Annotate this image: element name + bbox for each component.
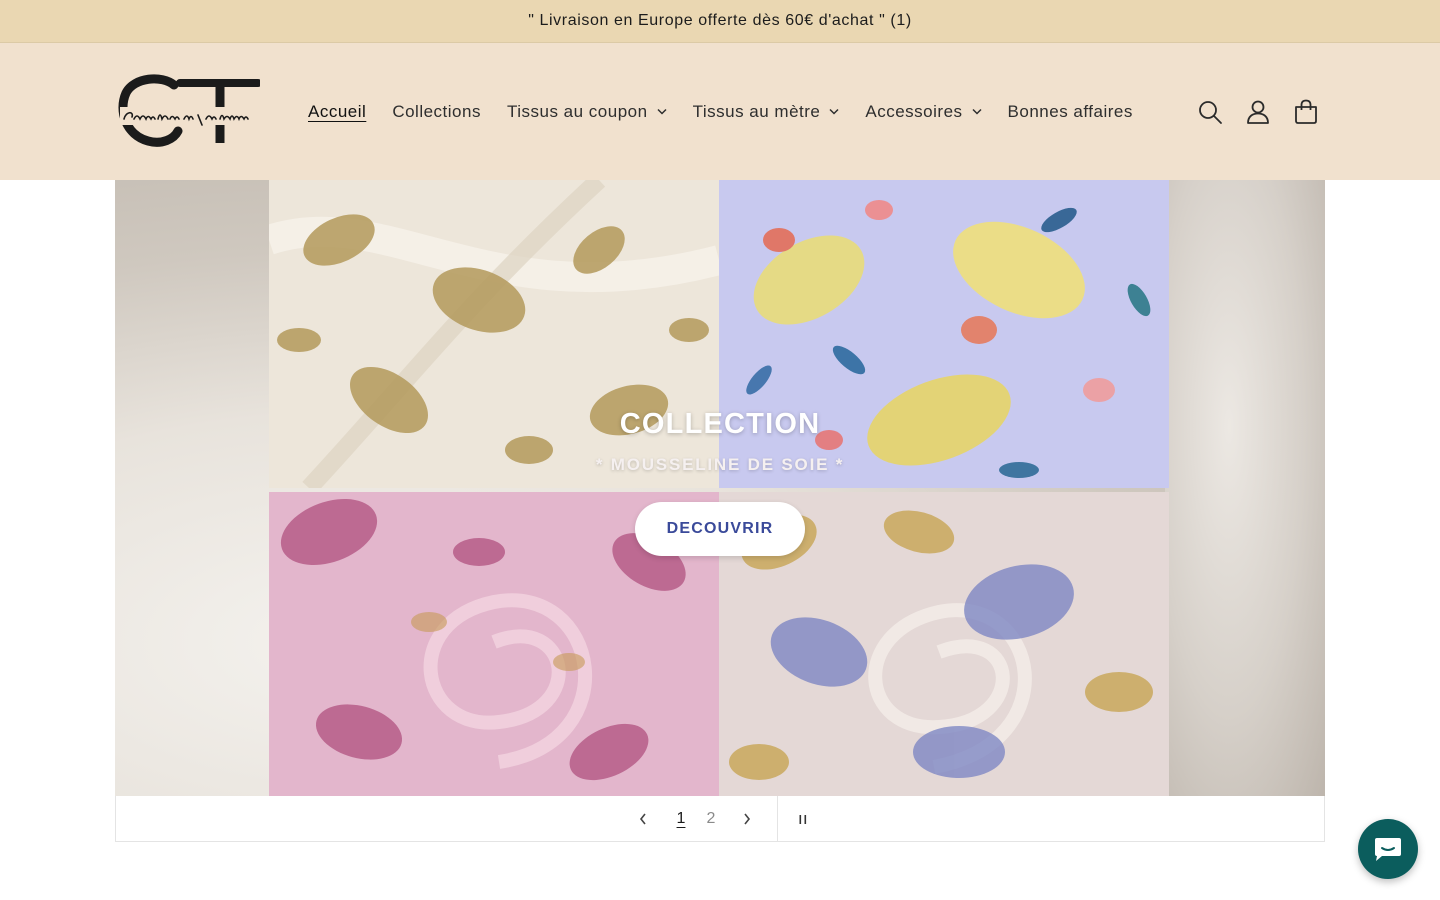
site-header: Accueil Collections Tissus au coupon Tis…: [0, 43, 1440, 180]
nav-item-bonnes-affaires[interactable]: Bonnes affaires: [1008, 102, 1133, 122]
nav-label: Accueil: [308, 101, 367, 121]
nav-label: Collections: [392, 101, 481, 121]
next-slide-button[interactable]: [732, 796, 762, 842]
announcement-bar: " Livraison en Europe offerte dès 60€ d'…: [0, 0, 1440, 43]
pause-icon: [799, 815, 807, 824]
cart-icon: [1295, 99, 1317, 124]
chat-icon: [1375, 838, 1401, 861]
slide-dot-1[interactable]: 1: [670, 796, 692, 842]
search-icon: [1199, 100, 1222, 124]
nav-item-collections[interactable]: Collections: [392, 102, 481, 122]
chevron-right-icon: [744, 813, 751, 825]
slide-content: COLLECTION * MOUSSELINE DE SOIE * DECOUV…: [115, 408, 1325, 556]
nav-item-accessoires[interactable]: Accessoires: [865, 101, 982, 122]
slider-controls: 1 2: [115, 796, 1325, 842]
account-icon: [1247, 100, 1269, 124]
search-button[interactable]: [1186, 88, 1234, 136]
main-nav: Accueil Collections Tissus au coupon Tis…: [308, 43, 1159, 180]
chevron-left-icon: [639, 813, 646, 825]
pause-slideshow-button[interactable]: [788, 796, 818, 842]
chat-button[interactable]: [1358, 819, 1418, 879]
discover-button[interactable]: DECOUVRIR: [634, 502, 806, 556]
chevron-down-icon: [657, 108, 667, 115]
nav-item-tissus-au-metre[interactable]: Tissus au mètre: [693, 102, 840, 122]
slide-subheading: * MOUSSELINE DE SOIE *: [595, 455, 845, 474]
nav-label: Accessoires: [865, 101, 963, 121]
announcement-text: " Livraison en Europe offerte dès 60€ d'…: [528, 12, 912, 29]
nav-label: Tissus au coupon: [506, 101, 648, 121]
hero-slideshow: COLLECTION * MOUSSELINE DE SOIE * DECOUV…: [115, 180, 1325, 796]
nav-label: Tissus au mètre: [692, 101, 821, 121]
nav-label: Bonnes affaires: [1007, 101, 1133, 121]
slide-heading: COLLECTION: [619, 408, 821, 440]
chevron-down-icon: [829, 108, 839, 115]
header-icons: [1186, 43, 1330, 180]
account-button[interactable]: [1234, 88, 1282, 136]
logo[interactable]: [118, 73, 260, 149]
cart-button[interactable]: [1282, 88, 1330, 136]
controls-divider: [777, 796, 778, 842]
previous-slide-button[interactable]: [628, 796, 658, 842]
nav-item-accueil[interactable]: Accueil: [308, 102, 366, 122]
nav-item-tissus-au-coupon[interactable]: Tissus au coupon: [507, 102, 667, 122]
slide-dot-2[interactable]: 2: [700, 796, 722, 842]
chevron-down-icon: [972, 108, 982, 115]
logo-mark: [118, 74, 260, 147]
